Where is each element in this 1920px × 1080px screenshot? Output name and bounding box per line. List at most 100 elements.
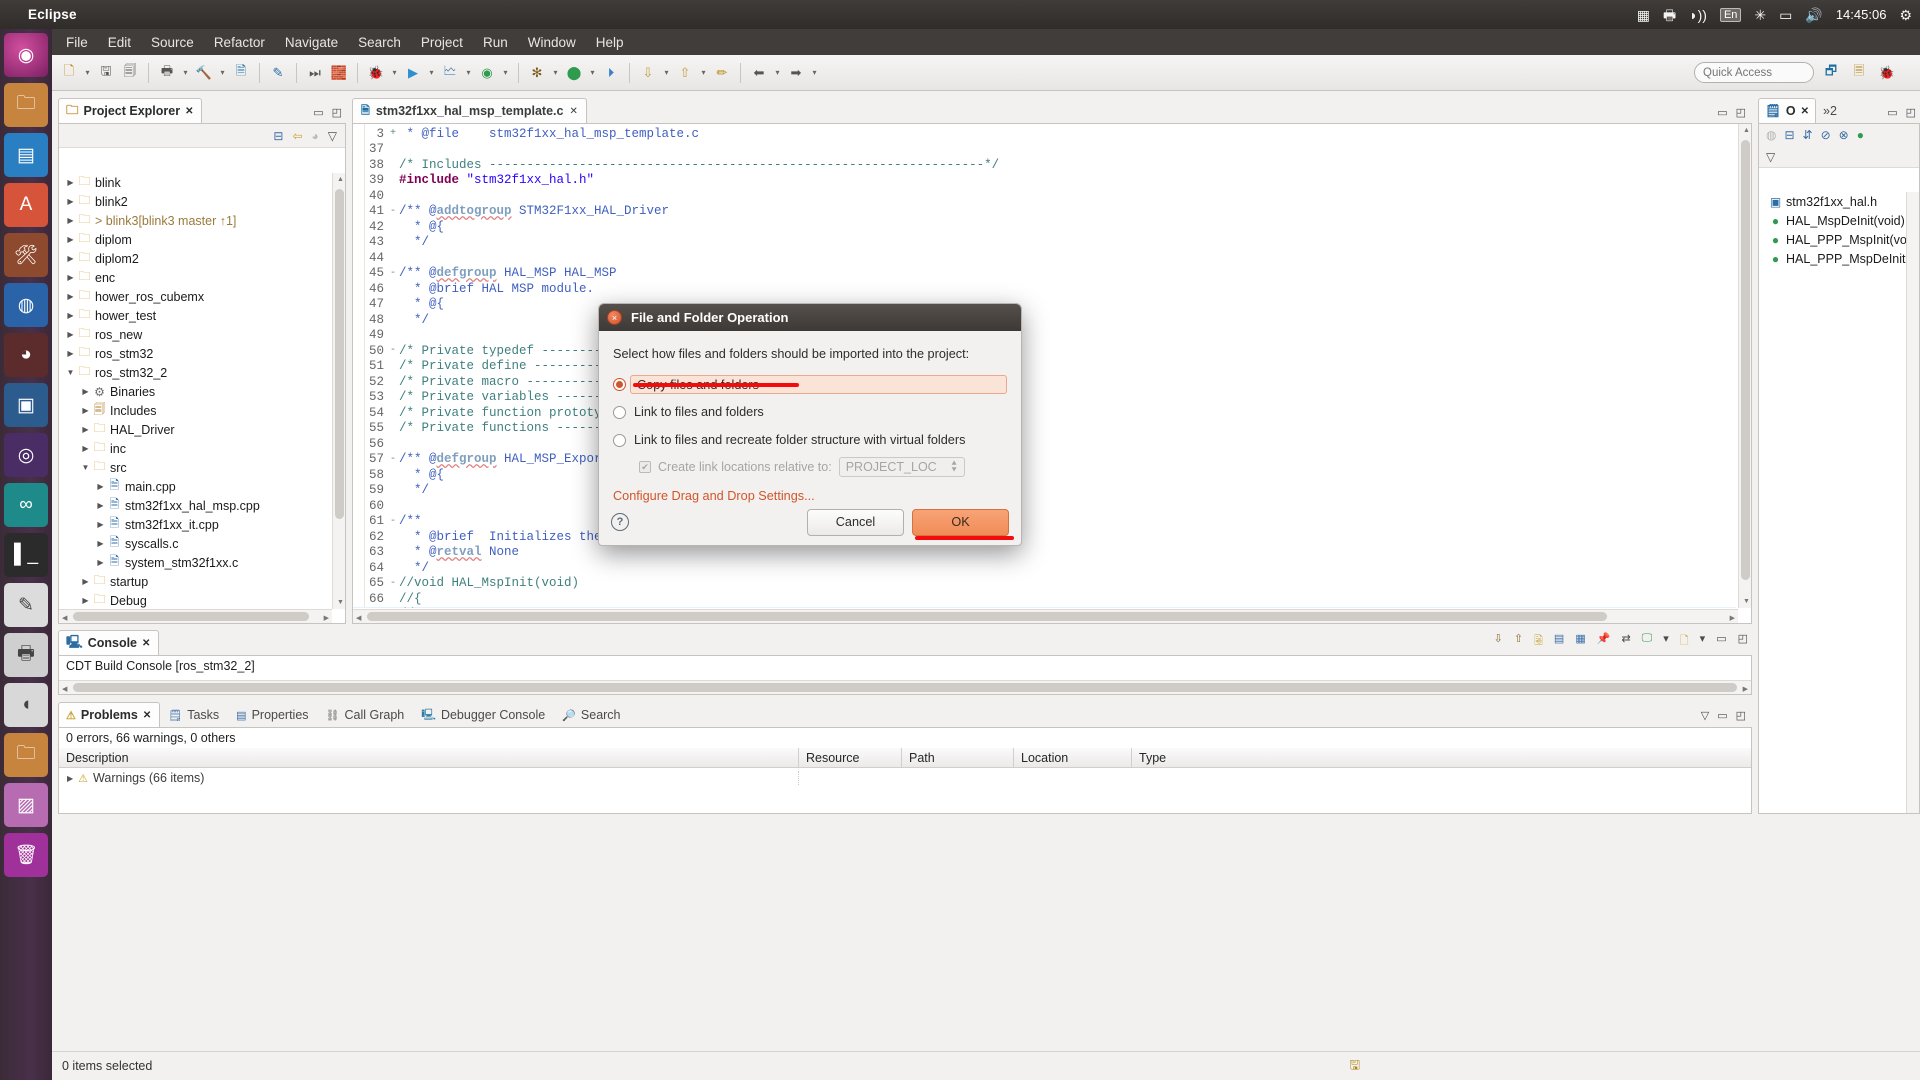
menu-file[interactable]: File	[66, 35, 88, 50]
forward-dropdown-icon[interactable]: ▾	[809, 62, 820, 84]
fold-marker[interactable]: -	[387, 578, 399, 589]
word-wrap-icon[interactable]: ⇄	[1621, 632, 1630, 651]
problems-tab-controls[interactable]: ▽ ▭ ◰	[1701, 709, 1746, 722]
tab-outline[interactable]: 🗒 O ✕	[1758, 98, 1816, 123]
chevron-right-icon[interactable]: ▶	[65, 349, 76, 358]
column-location[interactable]: Location	[1014, 748, 1132, 767]
minimize-icon[interactable]: ▭	[1717, 106, 1727, 119]
chevron-right-icon[interactable]: ▶	[65, 254, 76, 263]
close-icon[interactable]: ✕	[142, 638, 150, 649]
back-icon[interactable]: ⬅	[748, 62, 770, 84]
code-line[interactable]: 38 /* Includes --------------------------…	[353, 157, 1736, 173]
minimize-icon[interactable]: ▭	[1717, 709, 1727, 722]
tree-item[interactable]: ▶ 🗀 ros_new	[59, 325, 332, 344]
code-line[interactable]: 56	[353, 436, 1736, 452]
code-line[interactable]: 37	[353, 142, 1736, 158]
build-all-icon[interactable]: 🔨	[193, 62, 215, 84]
tree-item[interactable]: ▶ ⚙ Binaries	[59, 382, 332, 401]
fold-marker[interactable]: -	[387, 454, 399, 465]
tree-item[interactable]: ▶ 🗀 diplom2	[59, 249, 332, 268]
arduino-icon[interactable]: ∞	[4, 483, 48, 527]
view-menu-icon[interactable]: ▽	[328, 129, 337, 143]
hscroll-thumb[interactable]	[73, 612, 309, 621]
volume-icon[interactable]: 🔊	[1805, 8, 1822, 22]
chevron-down-icon[interactable]: ▼	[80, 463, 91, 472]
profile-dropdown-icon[interactable]: ▾	[463, 62, 474, 84]
chevron-right-icon[interactable]: ▶	[65, 273, 76, 282]
code-line[interactable]: 61-/**	[353, 514, 1736, 530]
chevron-right-icon[interactable]: ▶	[95, 520, 106, 529]
column-resource[interactable]: Resource	[799, 748, 902, 767]
build-icon[interactable]: 🧱	[328, 62, 350, 84]
tab-search[interactable]: 🔎 Search	[554, 702, 629, 727]
scroll-right-icon[interactable]: ▶	[1730, 614, 1735, 622]
skip-breakpoints-icon[interactable]: ⏭	[304, 62, 326, 84]
editor-tab-controls[interactable]: ▭ ◰	[1717, 106, 1746, 119]
menu-run[interactable]: Run	[483, 35, 508, 50]
code-line[interactable]: 51/* Private define --------------------…	[353, 359, 1736, 375]
console-hscrollbar[interactable]: ◀ ▶	[59, 680, 1751, 694]
chevron-right-icon[interactable]: ▶	[80, 387, 91, 396]
scroll-right-icon[interactable]: ▶	[1743, 685, 1748, 693]
vscroll-thumb[interactable]	[1741, 140, 1750, 580]
external-tools-dropdown-icon[interactable]: ▾	[550, 62, 561, 84]
tab-call-graph[interactable]: ⛓ Call Graph	[318, 702, 414, 727]
outline-list[interactable]: ▣ stm32f1xx_hal.h ● HAL_MspDeInit(void) ● HAL…	[1759, 192, 1906, 813]
code-editor[interactable]: 3 + * @file stm32f1xx_hal_msp_template.c 3…	[352, 123, 1752, 624]
vscroll-thumb[interactable]	[335, 189, 344, 519]
chevron-right-icon[interactable]: ▶	[95, 558, 106, 567]
chevron-right-icon[interactable]: ▶	[80, 596, 91, 605]
hscroll-thumb[interactable]	[73, 683, 1737, 692]
code-line[interactable]: 66 //{	[353, 591, 1736, 607]
tree-item[interactable]: ▶ 🗀 inc	[59, 439, 332, 458]
folder-icon[interactable]: 🗀	[4, 733, 48, 777]
scroll-lock-icon[interactable]: ▦	[1575, 632, 1585, 651]
menu-help[interactable]: Help	[596, 35, 624, 50]
writer-icon[interactable]: ▤	[4, 133, 48, 177]
menu-refactor[interactable]: Refactor	[214, 35, 265, 50]
debug-icon[interactable]: 🐞	[365, 62, 387, 84]
firefox-icon[interactable]: ◍	[4, 283, 48, 327]
tools-icon[interactable]: 🛠	[4, 233, 48, 277]
quick-access-input[interactable]	[1694, 62, 1814, 83]
next-annotation-dropdown-icon[interactable]: ▾	[661, 62, 672, 84]
outline-item[interactable]: ● HAL_PPP_MspDeInit(	[1759, 249, 1906, 268]
tab-project-explorer[interactable]: 🗀 Project Explorer ✕	[58, 98, 203, 123]
project-explorer-tab-controls[interactable]: ▭ ◰	[313, 106, 342, 119]
maximize-icon[interactable]: ◰	[332, 106, 342, 119]
table-row[interactable]: ▶ ⚠ Warnings (66 items)	[59, 768, 1751, 788]
back-dropdown-icon[interactable]: ▾	[772, 62, 783, 84]
print-dropdown-icon[interactable]: ▾	[180, 62, 191, 84]
hide-non-public-icon[interactable]: ⊘	[1821, 128, 1831, 142]
tree-item[interactable]: ▶ 🗀 blink	[59, 173, 332, 192]
image-icon[interactable]: ▨	[4, 783, 48, 827]
chevron-right-icon[interactable]: ▶	[65, 216, 76, 225]
profile-icon[interactable]: 🗠	[439, 62, 461, 84]
minimize-icon[interactable]: ▭	[1887, 106, 1897, 119]
code-line[interactable]: 39 #include "stm32f1xx_hal.h"	[353, 173, 1736, 189]
grid-icon[interactable]: ▦	[1637, 8, 1650, 22]
outline-tab-controls[interactable]: ▭ ◰	[1887, 106, 1916, 119]
last-edit-icon[interactable]: ✏	[711, 62, 733, 84]
code-line[interactable]: 46 * @brief HAL MSP module.	[353, 281, 1736, 297]
minimize-icon[interactable]: ▭	[313, 106, 323, 119]
clock[interactable]: 14:45:06	[1836, 7, 1887, 22]
trash-icon[interactable]: 🗑	[4, 833, 48, 877]
next-annotation-icon[interactable]: ⇩	[637, 62, 659, 84]
tab-tasks[interactable]: 🗒 Tasks	[160, 702, 228, 727]
disk-icon[interactable]: ◖	[4, 683, 48, 727]
code-line[interactable]: 50-/* Private typedef ------------------…	[353, 343, 1736, 359]
remove-all-icon[interactable]: 🗟	[1534, 632, 1543, 651]
chevron-right-icon[interactable]: ▶	[65, 330, 76, 339]
outline-item[interactable]: ▣ stm32f1xx_hal.h	[1759, 192, 1906, 211]
hide-static-icon[interactable]: ⊗	[1839, 128, 1849, 142]
tree-item[interactable]: ▶ 🗀 hower_test	[59, 306, 332, 325]
collapse-all-icon[interactable]: ⊟	[273, 129, 283, 143]
tree-item[interactable]: ▶ 🗀 blink2	[59, 192, 332, 211]
show-console-icon[interactable]: 🖵	[1642, 632, 1653, 651]
view-menu-icon[interactable]: ▽	[1701, 709, 1709, 722]
radio-option-link-virtual[interactable]: Link to files and recreate folder struct…	[613, 429, 1007, 451]
code-line[interactable]: 47 * @{	[353, 297, 1736, 313]
code-line[interactable]: 57-/** @defgroup HAL_MSP_Exported_Functi…	[353, 452, 1736, 468]
code-line[interactable]: 41-/** @addtogroup STM32F1xx_HAL_Driver	[353, 204, 1736, 220]
